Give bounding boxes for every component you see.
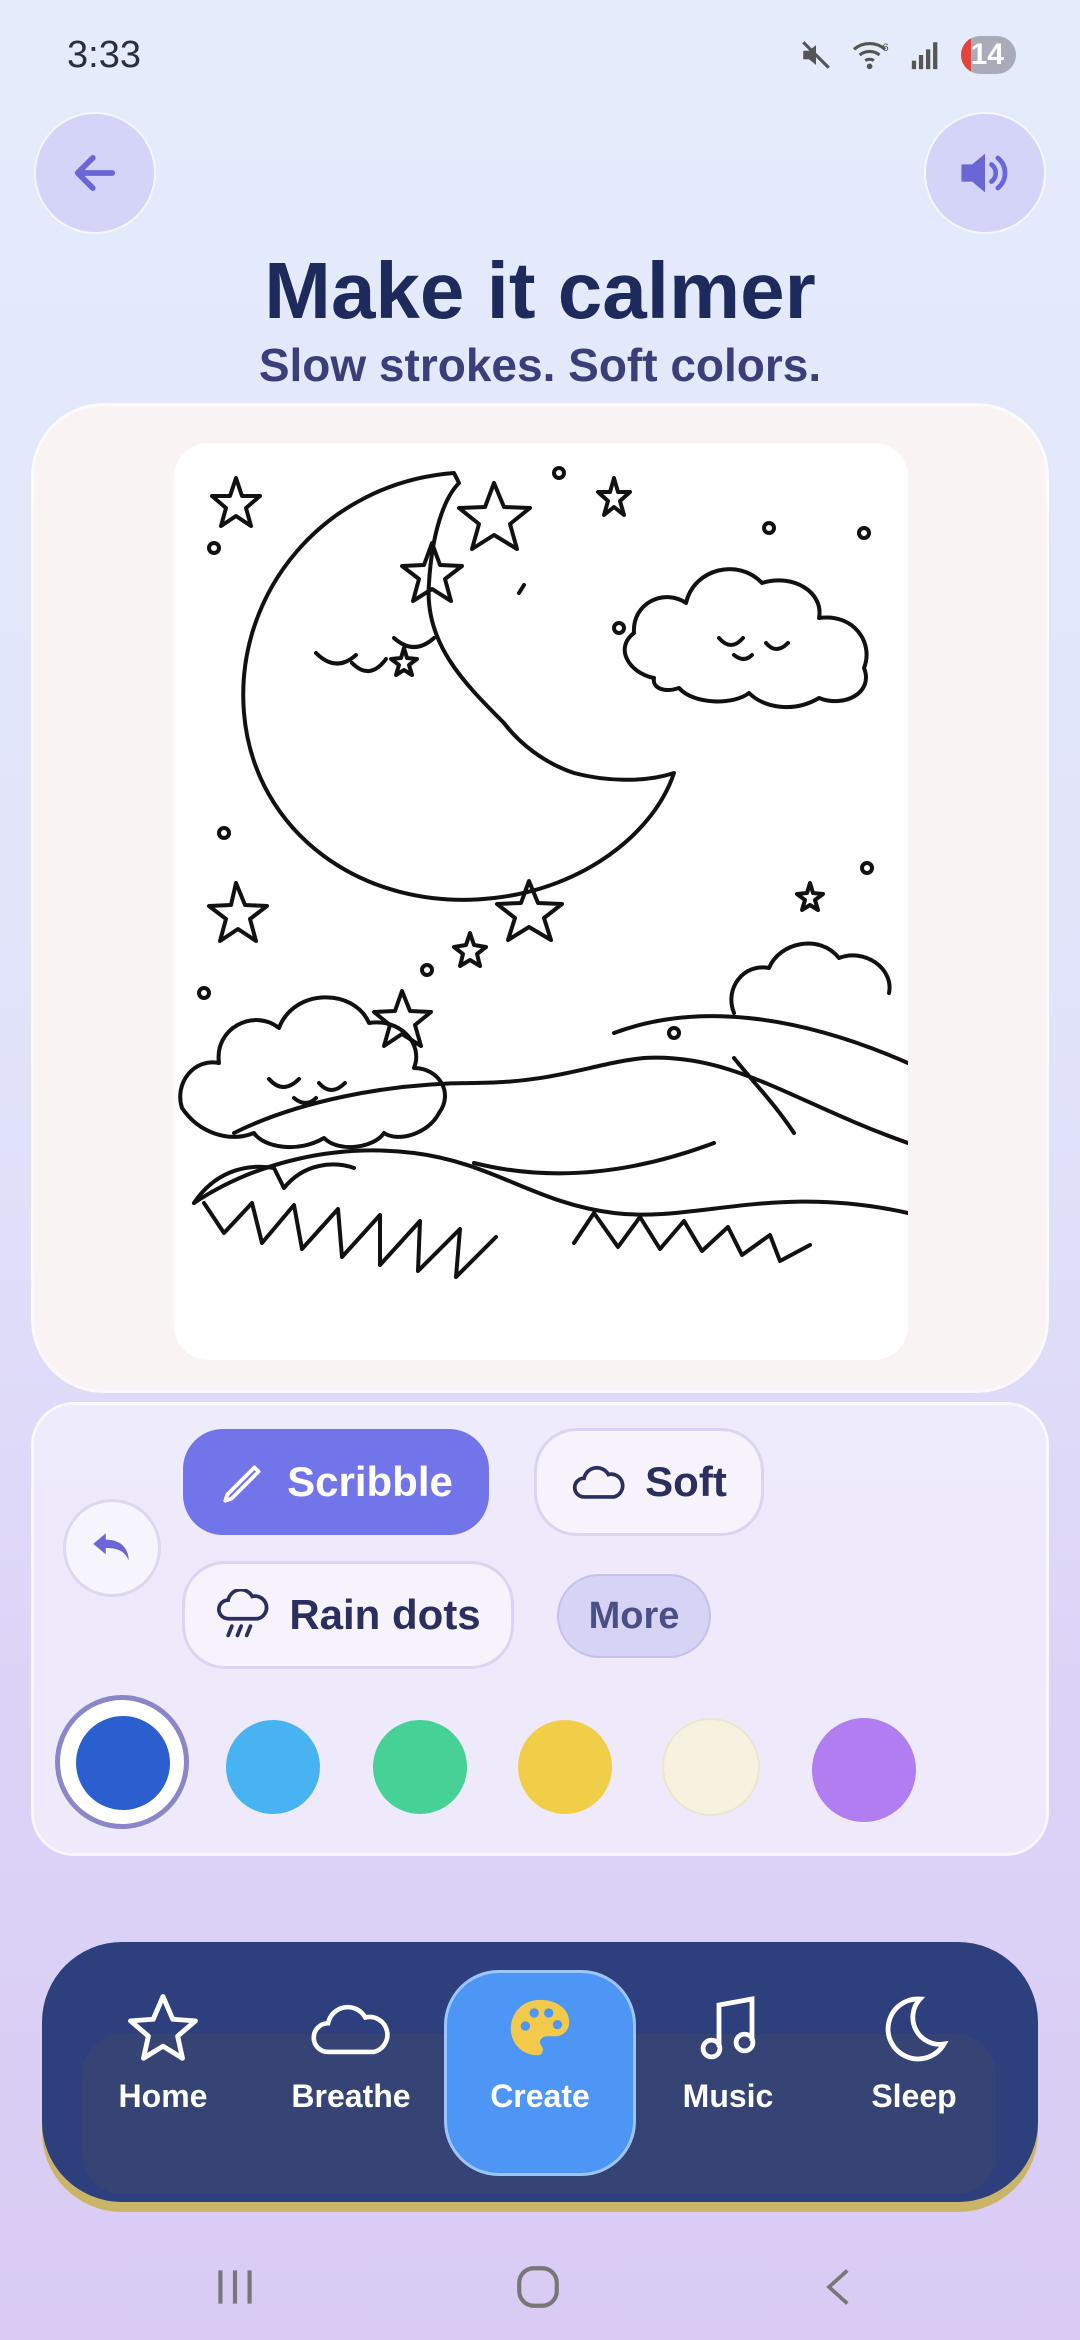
color-swatch-blue[interactable] bbox=[76, 1716, 170, 1810]
color-swatch-green[interactable] bbox=[373, 1720, 467, 1814]
nav-item-music[interactable]: Music bbox=[643, 1990, 813, 2115]
nav-item-sleep[interactable]: Sleep bbox=[829, 1990, 999, 2115]
rain-cloud-icon bbox=[217, 1589, 269, 1638]
color-swatch-purple[interactable] bbox=[812, 1718, 916, 1822]
nav-label: Home bbox=[118, 2078, 208, 2114]
wifi-icon: 6 bbox=[852, 42, 888, 70]
coloring-page-illustration bbox=[178, 466, 908, 1279]
nav-item-create[interactable]: Create bbox=[455, 1990, 625, 2115]
color-swatch-yellow[interactable] bbox=[518, 1720, 612, 1814]
moon-icon bbox=[885, 1996, 949, 2062]
system-back-button[interactable] bbox=[818, 2262, 862, 2317]
arrow-left-icon bbox=[74, 155, 116, 191]
battery-indicator: 14 bbox=[960, 36, 1016, 74]
pencil-icon bbox=[223, 1465, 261, 1503]
home-button[interactable] bbox=[512, 2262, 564, 2317]
recent-apps-button[interactable] bbox=[210, 2262, 260, 2317]
nav-item-home[interactable]: Home bbox=[78, 1990, 248, 2115]
color-swatch-sky[interactable] bbox=[226, 1720, 320, 1814]
signal-icon bbox=[911, 42, 937, 70]
chip-label: Scribble bbox=[287, 1458, 453, 1505]
nav-label: Breathe bbox=[291, 2078, 411, 2114]
nav-label: Sleep bbox=[871, 2078, 957, 2114]
chip-label: Soft bbox=[645, 1458, 727, 1505]
page-title: Make it calmer bbox=[264, 246, 816, 335]
coloring-canvas[interactable] bbox=[174, 443, 908, 1360]
recents-icon bbox=[218, 2270, 252, 2304]
color-swatch-cream[interactable] bbox=[664, 1720, 758, 1814]
cloud-icon bbox=[573, 1465, 625, 1499]
page-subtitle: Slow strokes. Soft colors. bbox=[258, 339, 822, 391]
nav-label: Music bbox=[682, 2078, 774, 2114]
nav-label: Create bbox=[490, 2078, 590, 2114]
brush-scribble-chip[interactable]: Scribble bbox=[183, 1429, 489, 1535]
undo-icon bbox=[93, 1533, 129, 1561]
chip-label: Rain dots bbox=[289, 1591, 481, 1638]
music-note-icon bbox=[700, 1996, 756, 2060]
brush-soft-chip[interactable]: Soft bbox=[537, 1431, 761, 1533]
status-time: 3:33 bbox=[67, 34, 141, 76]
palette-icon bbox=[510, 1999, 570, 2056]
undo-button[interactable] bbox=[66, 1502, 158, 1594]
svg-text:6: 6 bbox=[882, 42, 888, 54]
nav-item-breathe[interactable]: Breathe bbox=[266, 1990, 436, 2115]
cloud-icon bbox=[311, 2004, 390, 2055]
speaker-icon bbox=[961, 153, 1008, 193]
more-brushes-button[interactable]: More bbox=[559, 1576, 709, 1656]
star-icon bbox=[128, 1994, 198, 2061]
status-icons: 6 14 bbox=[799, 36, 1016, 74]
brush-rain-dots-chip[interactable]: Rain dots bbox=[185, 1564, 511, 1666]
sound-button[interactable] bbox=[926, 114, 1044, 232]
mute-icon bbox=[801, 41, 830, 69]
chevron-left-icon bbox=[826, 2269, 849, 2305]
home-circle-icon bbox=[517, 2266, 559, 2308]
back-button[interactable] bbox=[36, 114, 154, 232]
